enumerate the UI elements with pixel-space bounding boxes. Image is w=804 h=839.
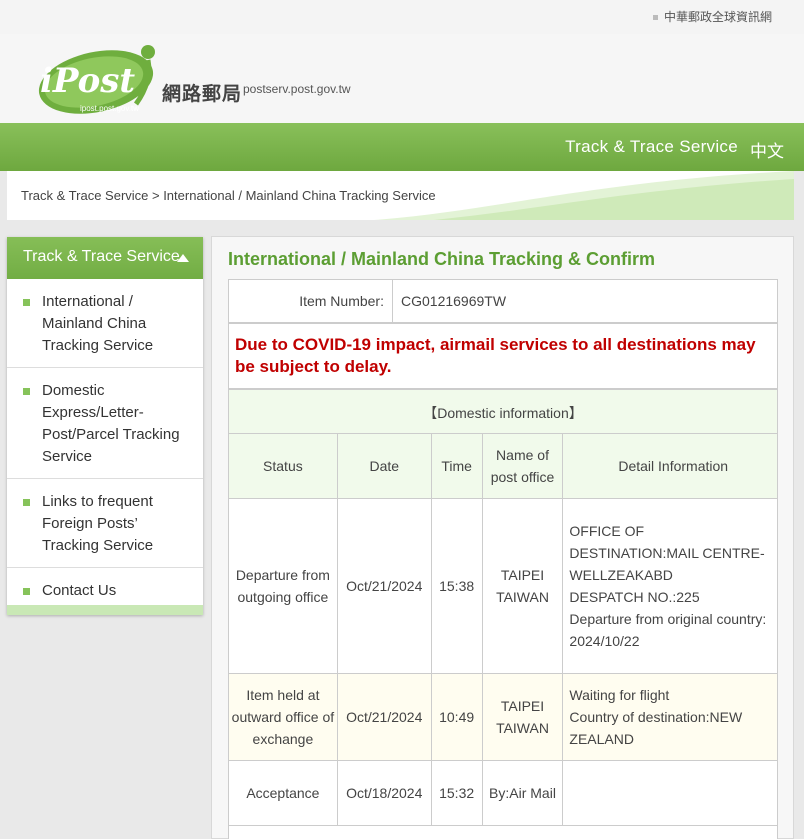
time-cell: 15:38 (430, 498, 483, 674)
sidebar-heading-label: Track & Trace Service (23, 248, 180, 265)
status-cell: Item held at outward office of exchange (228, 673, 338, 761)
table-header-row: Status Date Time Name of post office Det… (228, 433, 778, 499)
item-number-label: Item Number: (229, 280, 393, 322)
office-cell: By:Air Mail (481, 760, 564, 826)
status-cell: Departure from outgoing office (228, 498, 338, 674)
site-header: iPost ipost.post.gov.tw 網路郵局 postserv.po… (0, 34, 804, 123)
detail-line: Departure from original country: (569, 611, 767, 627)
square-bullet-icon (23, 299, 30, 306)
site-name-cn: 網路郵局 (162, 83, 243, 105)
collapse-triangle-icon[interactable] (177, 254, 189, 262)
date-cell: Oct/18/2024 (336, 760, 432, 826)
domestic-info-title: 【Domestic information】 (423, 405, 583, 421)
sidebar-item-international-tracking[interactable]: International / Mainland China Tracking … (7, 279, 203, 368)
square-bullet-icon (652, 15, 658, 21)
square-bullet-icon (23, 388, 30, 395)
breadcrumb-bar: Track & Trace Service > International / … (7, 171, 794, 220)
detail-line: OFFICE OF DESTINATION:MAIL CENTRE-WELLZE… (569, 523, 765, 583)
top-bar: 中華郵政全球資訊網 (0, 0, 804, 34)
detail-line: Country of destination:NEW ZEALAND (569, 709, 743, 747)
tracking-panel: International / Mainland China Tracking … (211, 236, 794, 839)
chunghwa-post-link-label: 中華郵政全球資訊網 (663, 10, 772, 24)
office-cell: TAIPEI TAIWAN (481, 673, 564, 761)
tracking-table: Status Date Time Name of post office Det… (228, 433, 778, 826)
site-url: postserv.post.gov.tw (243, 82, 351, 96)
sidebar-item-domestic-tracking[interactable]: Domestic Express/Letter-Post/Parcel Trac… (7, 368, 203, 479)
page-title: International / Mainland China Tracking … (228, 249, 656, 269)
status-cell: Acceptance (228, 760, 338, 826)
logo-subtext: ipost.post.gov.tw (80, 104, 139, 113)
office-cell: TAIPEI TAIWAN (481, 498, 564, 674)
table-continuation (228, 825, 778, 839)
date-cell: Oct/21/2024 (336, 498, 432, 674)
detail-line: Waiting for flight (569, 687, 670, 703)
breadcrumb[interactable]: Track & Trace Service > International / … (21, 188, 436, 203)
sidebar-heading[interactable]: Track & Trace Service (7, 237, 203, 279)
table-row: Departure from outgoing office Oct/21/20… (228, 498, 778, 674)
time-cell: 15:32 (430, 760, 483, 826)
column-header-time: Time (430, 433, 483, 499)
sidebar-footer (7, 605, 203, 615)
service-bar: Track & Trace Service 中文 (0, 123, 804, 171)
detail-cell (562, 760, 778, 826)
item-number-row: Item Number: CG01216969TW (228, 279, 778, 323)
sidebar-item-label: International / Mainland China Tracking … (42, 293, 154, 354)
covid-notice: Due to COVID-19 impact, airmail services… (235, 335, 756, 376)
sidebar-item-label: Contact Us (42, 582, 117, 599)
table-row: Acceptance Oct/18/2024 15:32 By:Air Mail (228, 760, 778, 826)
square-bullet-icon (23, 499, 30, 506)
item-number-value: CG01216969TW (401, 293, 507, 309)
column-header-detail: Detail Information (562, 433, 778, 499)
sidebar-item-label: Links to frequent Foreign Posts’ Trackin… (42, 493, 154, 554)
domestic-info-header: 【Domestic information】 (228, 389, 778, 434)
chunghwa-post-link[interactable]: 中華郵政全球資訊網 (652, 8, 772, 25)
detail-line: 2024/10/22 (569, 633, 640, 649)
time-cell: 10:49 (430, 673, 483, 761)
table-row: Item held at outward office of exchange … (228, 673, 778, 761)
sidebar-menu: Track & Trace Service International / Ma… (7, 237, 203, 615)
language-switch-link[interactable]: 中文 (750, 137, 784, 162)
sidebar-item-foreign-posts-links[interactable]: Links to frequent Foreign Posts’ Trackin… (7, 479, 203, 568)
detail-cell: Waiting for flight Country of destinatio… (562, 673, 778, 761)
svg-text:iPost: iPost (40, 61, 135, 101)
service-title: Track & Trace Service (565, 137, 738, 156)
ipost-logo[interactable]: iPost ipost.post.gov.tw (36, 42, 160, 114)
covid-notice-row: Due to COVID-19 impact, airmail services… (228, 323, 778, 389)
column-header-status: Status (228, 433, 338, 499)
detail-cell: OFFICE OF DESTINATION:MAIL CENTRE-WELLZE… (562, 498, 778, 674)
square-bullet-icon (23, 588, 30, 595)
date-cell: Oct/21/2024 (336, 673, 432, 761)
column-header-date: Date (336, 433, 432, 499)
detail-line: DESPATCH NO.:225 (569, 589, 700, 605)
sidebar-item-label: Domestic Express/Letter-Post/Parcel Trac… (42, 382, 180, 465)
column-header-office: Name of post office (481, 433, 564, 499)
decorative-wave-icon (374, 171, 794, 220)
